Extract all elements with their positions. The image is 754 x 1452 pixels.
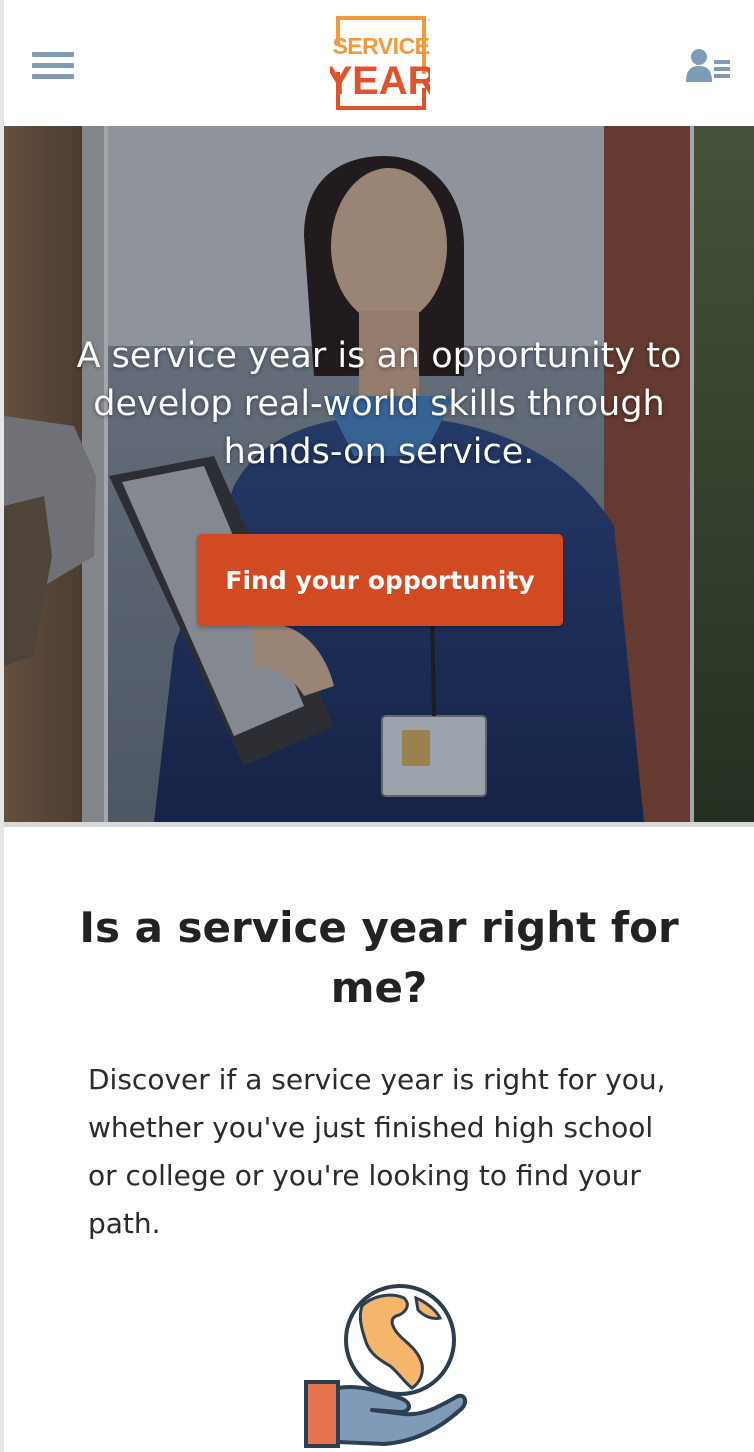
hamburger-menu-icon (32, 52, 74, 79)
site-header: SERVICE YEAR ™ (4, 0, 754, 126)
service-year-logo[interactable]: SERVICE YEAR ™ (325, 14, 437, 110)
logo-line2: YEAR (330, 59, 430, 103)
menu-button[interactable] (32, 50, 74, 82)
globe-in-hand-icon (300, 1284, 470, 1452)
hero-headline: A service year is an opportunity to deve… (76, 336, 682, 472)
section-description: Discover if a service year is right for … (88, 1063, 666, 1240)
hero-banner: A service year is an opportunity to deve… (4, 126, 754, 822)
account-button[interactable] (686, 48, 730, 84)
user-list-icon (686, 49, 730, 82)
section-divider (4, 822, 754, 827)
svg-text:™: ™ (427, 18, 430, 25)
page: SERVICE YEAR ™ (0, 0, 754, 1452)
logo-line1: SERVICE (332, 33, 429, 59)
section-title: Is a service year right for me? (79, 903, 679, 1012)
find-opportunity-button[interactable]: Find your opportunity (197, 534, 563, 626)
